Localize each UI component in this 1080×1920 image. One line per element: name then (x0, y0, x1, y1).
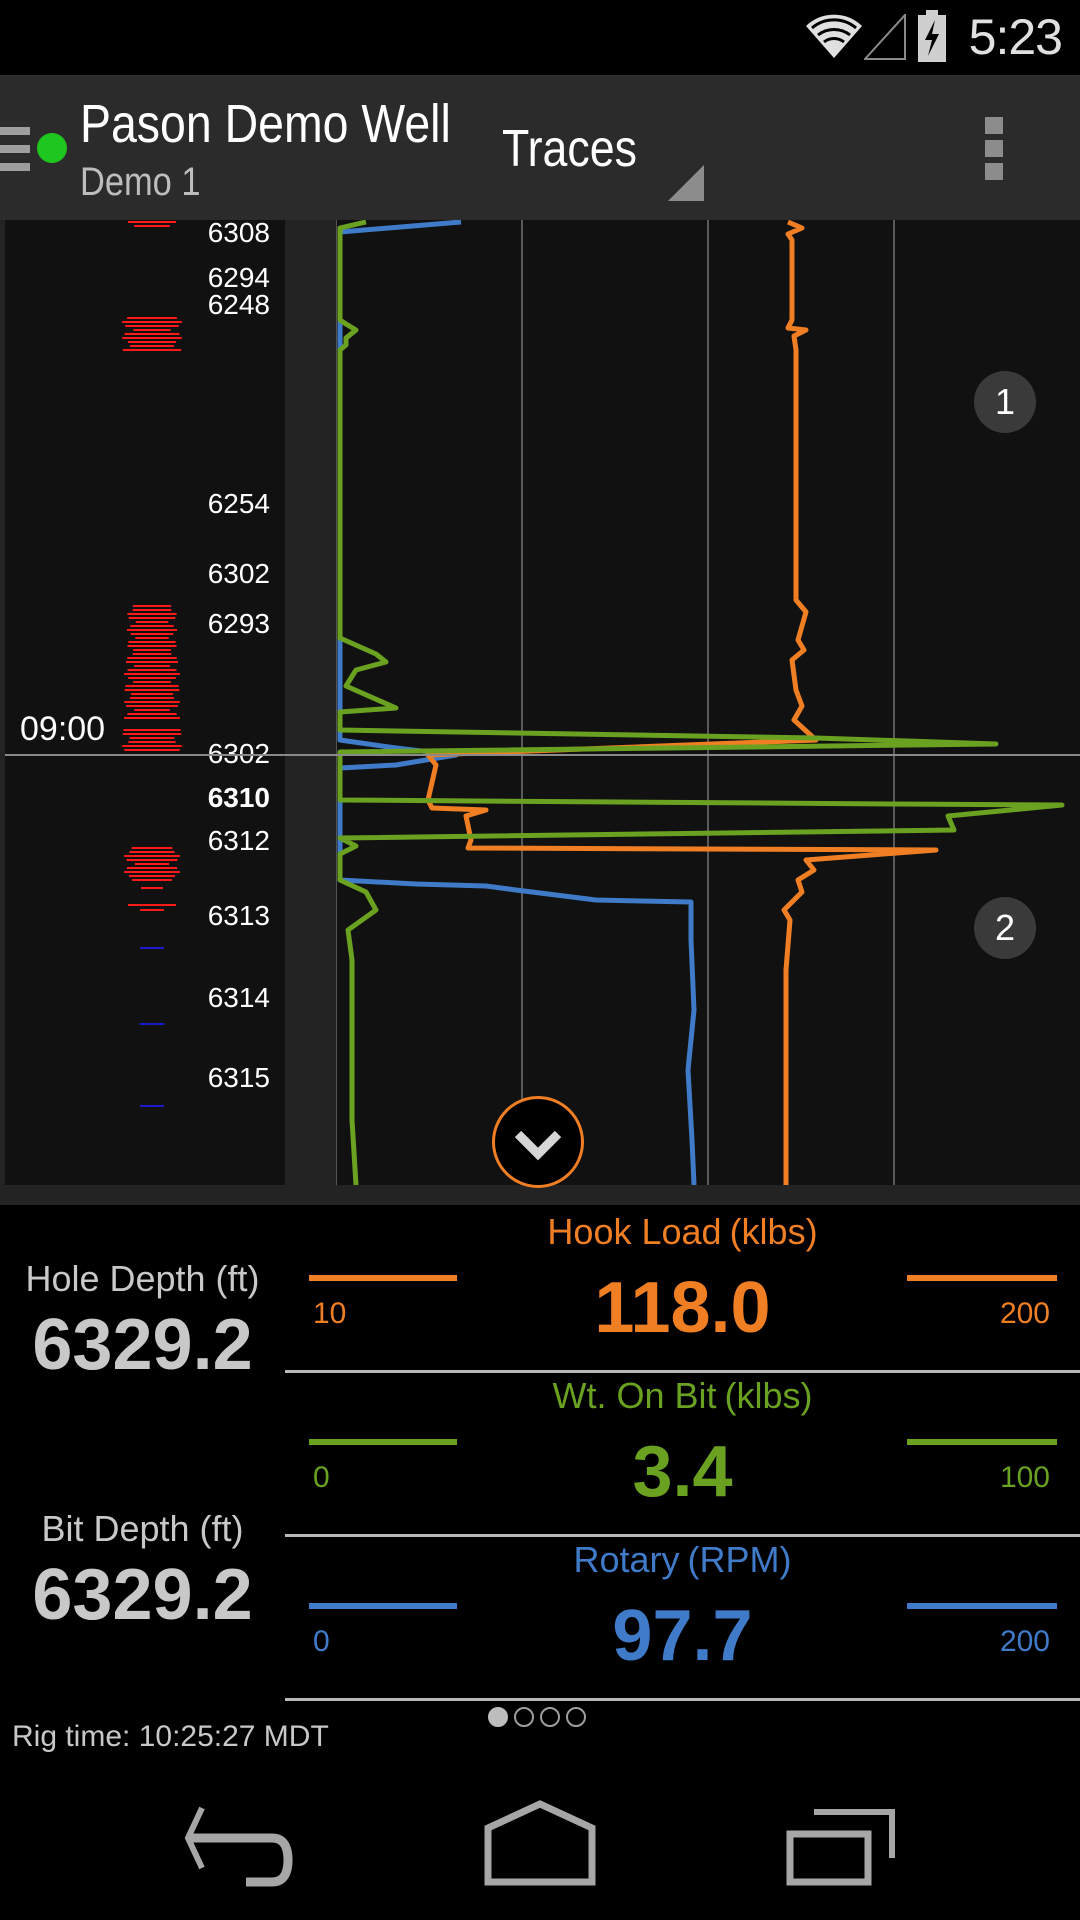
trace-page-badge-1[interactable]: 1 (974, 371, 1036, 433)
status-bar: 5:23 (0, 0, 1080, 75)
time-marker-label: 09:00 (20, 710, 106, 748)
overflow-menu-icon[interactable] (985, 117, 1007, 183)
chevron-down-icon (514, 1130, 562, 1161)
gauge-title: Rotary (RPM) (285, 1539, 1080, 1581)
trace-plot (336, 220, 1065, 1185)
recent-apps-icon[interactable] (760, 1800, 920, 1900)
connection-status-icon (37, 133, 67, 163)
depth-ticks (122, 221, 182, 1107)
trace-page-badge-2[interactable]: 2 (974, 897, 1036, 959)
page-dot-3 (540, 1707, 560, 1727)
gauge-value: 3.4 (632, 1432, 733, 1512)
hole-depth-value: 6329.2 (32, 1305, 253, 1385)
scroll-to-latest-button[interactable] (492, 1096, 584, 1188)
wob-trace (337, 220, 1065, 1185)
battery-charging-icon (918, 10, 946, 62)
view-selector-label: Traces (502, 120, 638, 178)
trace-area[interactable]: 6308 6294 6248 6254 6302 6293 6302 6310 6312 6313… (0, 217, 1080, 1205)
depth-label: 6302 (207, 738, 270, 769)
hole-depth-readout: Hole Depth (ft) 6329.2 (0, 1258, 285, 1386)
page-dot-1 (488, 1707, 508, 1727)
depth-column (5, 220, 285, 1185)
depth-label: 6293 (207, 608, 270, 639)
bit-depth-label: Bit Depth (ft) (41, 1508, 244, 1549)
gauge-rotary[interactable]: Rotary (RPM) 0 200 97.7 (285, 1537, 1080, 1701)
depth-label: 6310 (207, 782, 270, 813)
depth-label: 6302 (207, 558, 270, 589)
wifi-icon (806, 14, 862, 58)
page-dot-2 (514, 1707, 534, 1727)
rig-time: Rig time: 10:25:27 MDT (12, 1720, 329, 1753)
gauge-title: Wt. On Bit (klbs) (285, 1375, 1080, 1417)
navigation-bar (0, 1780, 1080, 1920)
action-bar: Pason Demo Well Demo 1 Traces (0, 75, 1080, 220)
gauge-title: Hook Load (klbs) (285, 1211, 1080, 1253)
menu-icon[interactable] (0, 127, 30, 181)
gauge-unit: (klbs) (729, 1211, 818, 1252)
view-selector-dropdown[interactable]: Traces (490, 75, 710, 220)
depth-label: 6254 (207, 488, 270, 519)
gauge-value: 118.0 (594, 1268, 771, 1348)
home-icon[interactable] (460, 1800, 620, 1900)
depth-label: 6312 (207, 825, 270, 856)
rig-name[interactable]: Demo 1 (80, 160, 200, 205)
gauge-value: 97.7 (612, 1596, 753, 1676)
status-clock: 5:23 (968, 9, 1063, 65)
cell-signal-icon (864, 14, 906, 60)
gauge-hook-load[interactable]: Hook Load (klbs) 10 200 118.0 (285, 1209, 1080, 1373)
depth-label: 6313 (207, 900, 270, 931)
depth-label: 6315 (207, 1062, 270, 1093)
well-name[interactable]: Pason Demo Well (80, 93, 451, 155)
trace-panel[interactable] (336, 220, 1080, 1185)
bit-depth-value: 6329.2 (32, 1555, 253, 1635)
hole-depth-label: Hole Depth (ft) (25, 1258, 260, 1299)
gauge-wt-on-bit[interactable]: Wt. On Bit (klbs) 0 100 3.4 (285, 1373, 1080, 1537)
hook-load-trace (425, 220, 939, 1185)
depth-label: 6308 (207, 217, 270, 248)
page-dot-4 (566, 1707, 586, 1727)
gauge-unit: (RPM) (687, 1539, 792, 1580)
depth-label: 6314 (207, 982, 270, 1013)
depth-label: 6248 (207, 289, 270, 320)
gauges-panel[interactable]: Hole Depth (ft) 6329.2 Bit Depth (ft) 63… (0, 1205, 1080, 1701)
rotary-trace (337, 220, 697, 1185)
back-icon[interactable] (160, 1800, 320, 1900)
gauge-divider (285, 1698, 1080, 1701)
dropdown-corner-icon (668, 165, 704, 201)
page-indicator (488, 1707, 592, 1732)
gauge-unit: (klbs) (724, 1375, 813, 1416)
gauge-title-text: Wt. On Bit (552, 1375, 717, 1416)
gauge-title-text: Hook Load (547, 1211, 722, 1252)
bit-depth-readout: Bit Depth (ft) 6329.2 (0, 1508, 285, 1636)
gauge-title-text: Rotary (573, 1539, 680, 1580)
